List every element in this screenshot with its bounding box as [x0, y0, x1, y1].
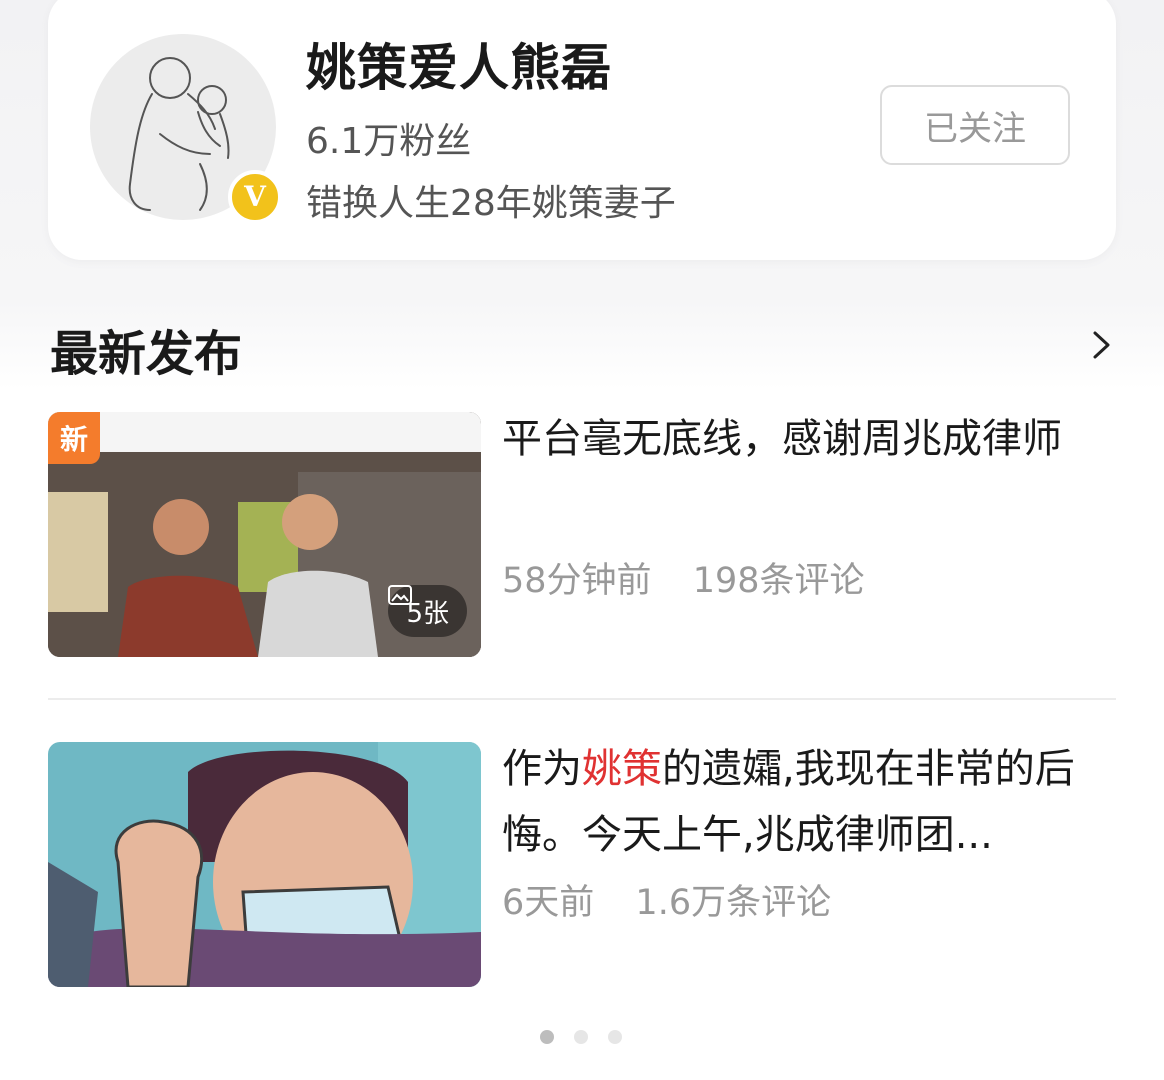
post-meta: 58分钟前 198条评论: [502, 552, 865, 603]
post-time: 58分钟前: [502, 561, 652, 601]
follower-count: 6.1万粉丝: [306, 121, 472, 162]
post-title-prefix: 作为: [502, 746, 582, 792]
photo-count-badge: 5张: [388, 585, 467, 637]
post-title[interactable]: 作为姚策的遗孀,我现在非常的后悔。今天上午,兆成律师团...: [502, 736, 1122, 868]
pagination-dot[interactable]: [608, 1030, 622, 1044]
profile-description: 错换人生28年姚策妻子: [306, 183, 676, 224]
pagination-dot-active[interactable]: [540, 1030, 554, 1044]
image-icon: [388, 585, 413, 605]
post-thumbnail[interactable]: [48, 742, 481, 987]
profile-card[interactable]: V 姚策爱人熊磊 6.1万粉丝 错换人生28年姚策妻子 已关注: [48, 0, 1116, 260]
photo-count-text: 5张: [406, 598, 449, 629]
post-time: 6天前: [502, 883, 595, 923]
chevron-right-icon[interactable]: [1086, 330, 1116, 360]
pagination-dots: [540, 1030, 622, 1044]
post-thumbnail[interactable]: 新 5张: [48, 412, 481, 657]
comment-count: 198条评论: [692, 561, 865, 601]
profile-name: 姚策爱人熊磊: [306, 39, 612, 97]
follow-button[interactable]: 已关注: [880, 85, 1070, 165]
section-title: 最新发布: [50, 326, 243, 382]
verified-icon: V: [228, 170, 282, 224]
post-title-highlight: 姚策: [582, 746, 662, 792]
post-illustration: [48, 742, 481, 987]
new-badge: 新: [48, 412, 100, 464]
divider: [48, 698, 1116, 700]
comment-count: 1.6万条评论: [635, 883, 832, 923]
pagination-dot[interactable]: [574, 1030, 588, 1044]
post-meta: 6天前 1.6万条评论: [502, 874, 831, 925]
post-title[interactable]: 平台毫无底线，感谢周兆成律师: [502, 406, 1122, 472]
